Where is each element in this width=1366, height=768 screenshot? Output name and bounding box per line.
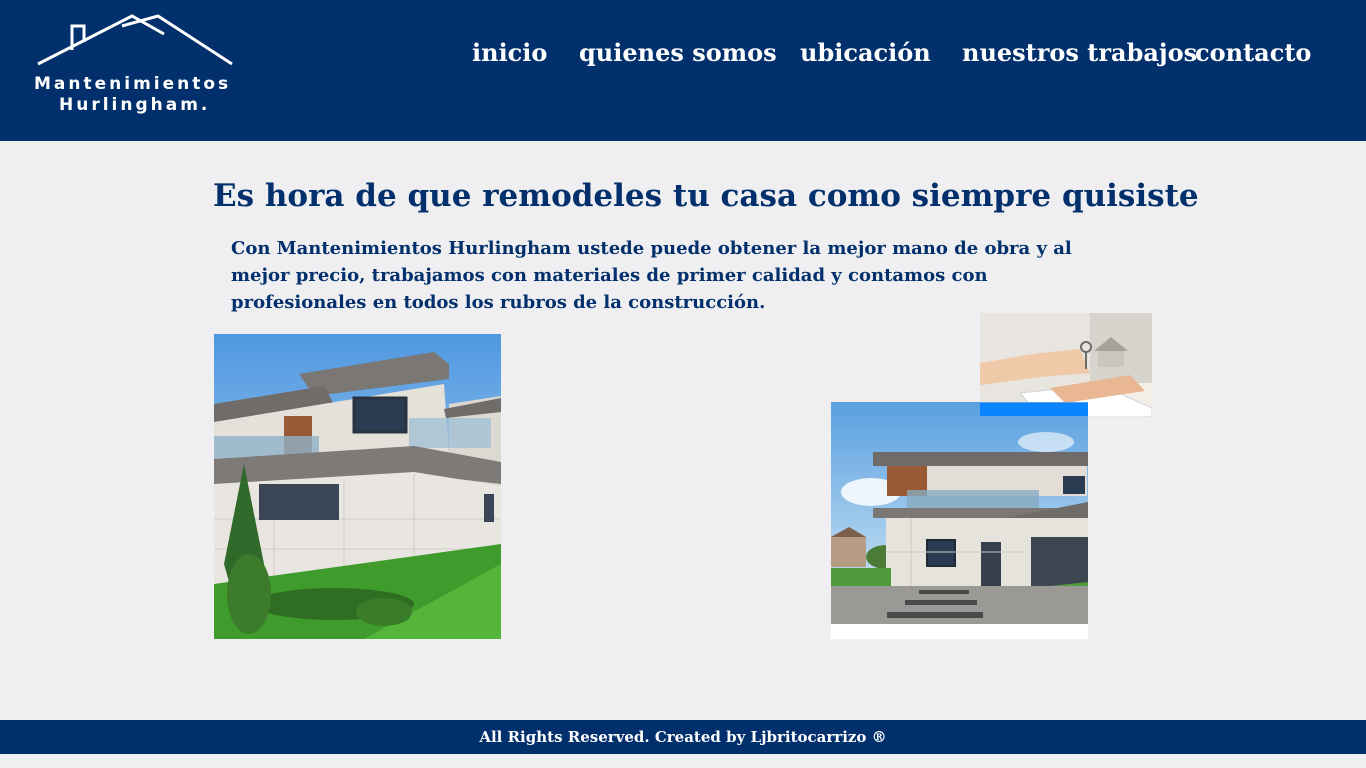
nav-item-nuestros-trabajos[interactable]: nuestros trabajos	[962, 38, 1197, 67]
modern-house-photo-left	[214, 334, 501, 639]
nav-item-quienes-somos[interactable]: quienes somos	[579, 38, 777, 67]
modern-house-photo-right	[831, 402, 1088, 639]
intro-paragraph: Con Mantenimientos Hurlingham ustede pue…	[231, 238, 1072, 313]
brand-name-line2: Hurlingham.	[59, 95, 211, 115]
brand-name-line1: Mantenimientos	[34, 74, 232, 94]
nav-item-inicio[interactable]: inicio	[472, 38, 547, 67]
house-roof-icon	[37, 14, 233, 66]
accent-bar	[980, 403, 1088, 416]
footer-copyright: All Rights Reserved. Created by Ljbritoc…	[479, 728, 887, 746]
brand-logo[interactable]: Mantenimientos Hurlingham.	[28, 12, 248, 122]
page-headline: Es hora de que remodeles tu casa como si…	[213, 178, 1199, 214]
nav-item-ubicacion[interactable]: ubicación	[800, 38, 931, 67]
site-footer: All Rights Reserved. Created by Ljbritoc…	[0, 720, 1366, 754]
nav-item-contacto[interactable]: contacto	[1195, 38, 1311, 67]
site-header: Mantenimientos Hurlingham. inicio quiene…	[0, 0, 1366, 141]
